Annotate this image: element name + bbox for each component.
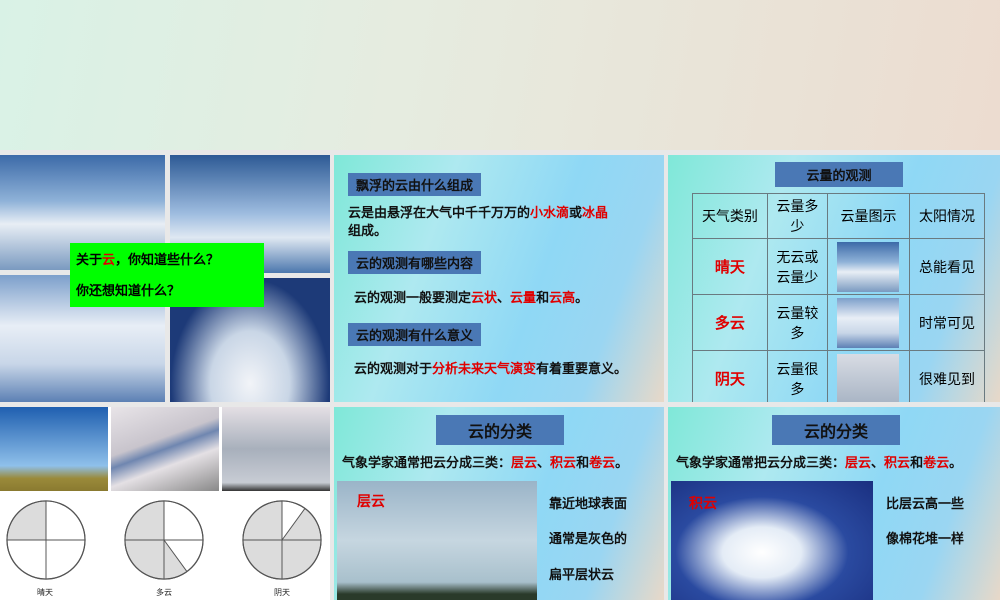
cloud-amount: 云量很多 [766,350,828,402]
cloud-amount: 云量较多 [766,294,828,351]
type-3: 卷云 [589,456,616,471]
cloud-amount-table: 天气类别 云量多少 云量图示 太阳情况 晴天 无云或云量少 总能看见 多云 云量… [692,193,985,402]
intro-prefix: 气象学家通常把云分成三类： [342,456,512,471]
photo-sunny [0,407,108,491]
line1-prefix: 关于 [76,253,103,268]
end: 。 [949,456,963,471]
slide-cloud-observation[interactable]: 飘浮的云由什么组成 云是由悬浮在大气中千千万万的小水滴或冰晶 组成。 云的观测有… [334,155,664,402]
header-cell: 太阳情况 [909,193,985,239]
type-2: 积云 [884,456,911,471]
sun-visibility: 时常可见 [909,294,985,351]
question-1: 飘浮的云由什么组成 [348,173,482,196]
top-banner [0,0,1000,150]
weather-type: 阴天 [692,350,768,402]
desc-line: 通常是灰色的 [549,532,628,547]
question-box: 关于云，你知道些什么？ 你还想知道什么？ [70,243,264,307]
cloud-image-cell [826,350,911,402]
a1-mid: 或 [569,206,583,221]
photo-label: 积云 [689,496,717,512]
a1-prefix: 云是由悬浮在大气中千千万万的 [348,206,531,221]
slide-title: 云的分类 [772,415,900,445]
header-cell: 云量图示 [826,193,911,239]
header-cell: 天气类别 [692,193,768,239]
desc-line: 靠近地球表面 [549,497,628,512]
header-cell: 云量多少 [766,193,828,239]
a2-mid: 和 [536,291,550,306]
sep: 、 [871,456,885,471]
question-3: 云的观测有什么意义 [348,323,482,346]
intro-prefix: 气象学家通常把云分成三类： [676,456,846,471]
a3-suffix: 有着重要意义。 [536,362,628,377]
desc-line: 扁平层状云 [549,568,615,583]
weather-type: 晴天 [692,238,768,295]
cumulus-photo: 积云 [671,481,873,600]
a2-red2: 云量 [510,291,537,306]
slide-cloud-classification-cumulus[interactable]: 云的分类 气象学家通常把云分成三类：层云、积云和卷云。 积云 比层云高一些 像棉… [668,407,1000,600]
type-1: 层云 [845,456,872,471]
caption-cloudy: 多云 [156,588,172,597]
a2-red3: 云高 [549,291,576,306]
caption-sunny: 晴天 [37,588,53,597]
type-3: 卷云 [923,456,950,471]
cloud-amount: 无云或云量少 [766,238,828,295]
slide-cloud-pies[interactable]: 晴天 多云 阴天 [0,407,330,600]
cloud-image-cell [826,238,911,295]
stratus-photo: 层云 [337,481,537,600]
a2-red1: 云状 [471,291,498,306]
question-2: 云的观测有哪些内容 [348,251,482,274]
intro-text: 气象学家通常把云分成三类：层云、积云和卷云。 [342,452,628,471]
photo-cloudy [111,407,219,491]
a1-red2: 冰晶 [582,206,609,221]
line2: 你还想知道什么？ [76,284,181,299]
answer-1-line2: 组成。 [348,224,388,239]
photo-overcast [222,407,330,491]
a2-prefix: 云的观测一般要测定 [354,291,472,306]
type-2: 积云 [550,456,577,471]
pie-overcast [242,500,322,580]
answer-1: 云是由悬浮在大气中千千万万的小水滴或冰晶 [348,202,608,221]
cloud-image-cell [826,294,911,351]
pie-sunny [6,500,86,580]
slide-title: 云的分类 [436,415,564,445]
answer-3: 云的观测对于分析未来天气演变有着重要意义。 [354,358,627,377]
sun-visibility: 很难见到 [909,350,985,402]
sun-visibility: 总能看见 [909,238,985,295]
and: 和 [910,456,924,471]
slide-cloud-classification-stratus[interactable]: 云的分类 气象学家通常把云分成三类：层云、积云和卷云。 层云 靠近地球表面 通常… [334,407,664,600]
desc-line: 像棉花堆一样 [886,532,965,547]
photo-label: 层云 [357,494,385,510]
and: 和 [576,456,590,471]
weather-type: 多云 [692,294,768,351]
a3-red: 分析未来天气演变 [432,362,537,377]
caption-overcast: 阴天 [274,588,290,597]
desc-line: 比层云高一些 [886,497,965,512]
pie-cloudy [124,500,204,580]
sep: 、 [537,456,551,471]
end: 。 [615,456,629,471]
slide-cloud-amount[interactable]: 云量的观测 天气类别 云量多少 云量图示 太阳情况 晴天 无云或云量少 总能看见… [668,155,1000,402]
a3-prefix: 云的观测对于 [354,362,433,377]
a1-red1: 小水滴 [530,206,570,221]
line1-suffix: ，你知道些什么？ [115,253,220,268]
a2-sep: 、 [497,291,511,306]
intro-text: 气象学家通常把云分成三类：层云、积云和卷云。 [676,452,962,471]
a2-end: 。 [575,291,589,306]
answer-2: 云的观测一般要测定云状、云量和云高。 [354,287,588,306]
slide-title: 云量的观测 [775,162,903,187]
line1-red: 云 [102,253,116,268]
type-1: 层云 [511,456,538,471]
slide-about-clouds[interactable]: 关于云，你知道些什么？ 你还想知道什么？ [0,155,330,402]
